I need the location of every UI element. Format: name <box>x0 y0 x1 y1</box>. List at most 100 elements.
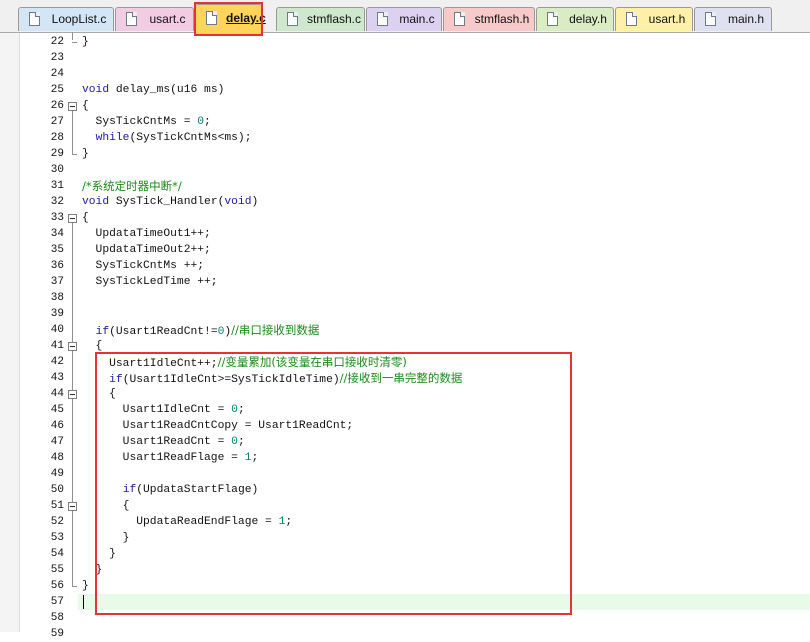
line-number: 26 <box>50 100 64 112</box>
code-line[interactable]: 30 <box>0 162 810 178</box>
file-icon <box>126 12 137 26</box>
code-line[interactable]: 33 { <box>0 210 810 226</box>
line-number: 41 <box>50 340 64 352</box>
fold-toggle-icon[interactable] <box>68 102 77 111</box>
fold-toggle-icon[interactable] <box>68 342 77 351</box>
line-number: 29 <box>50 148 64 160</box>
comment-token: //串口接收到数据 <box>231 323 320 337</box>
line-number: 57 <box>50 596 64 608</box>
code-line[interactable]: 35 UpdataTimeOut2++; <box>0 242 810 258</box>
line-number: 55 <box>50 564 64 576</box>
fold-guide <box>72 32 73 40</box>
code-token: SysTick_Handler( <box>109 196 225 208</box>
tab-main-h[interactable]: main.h <box>694 7 772 31</box>
code-line[interactable]: 28 while(SysTickCntMs<ms); <box>0 130 810 146</box>
code-line[interactable]: 27 SysTickCntMs = 0; <box>0 114 810 130</box>
code-token: { <box>82 100 89 112</box>
active-tab-highlight <box>194 2 263 36</box>
fold-toggle-icon[interactable] <box>68 214 77 223</box>
line-number: 30 <box>50 164 64 176</box>
tab-usart-c[interactable]: usart.c <box>115 7 194 31</box>
keyword-token: void <box>82 196 110 208</box>
line-number: 56 <box>50 580 64 592</box>
code-line[interactable]: 23 <box>0 50 810 66</box>
line-number: 39 <box>50 308 64 320</box>
line-number: 28 <box>50 132 64 144</box>
keyword-token: while <box>95 132 130 144</box>
line-number: 35 <box>50 244 64 256</box>
tab-usart-h[interactable]: usart.h <box>615 7 693 31</box>
tab-label: stmflash.h <box>474 12 530 26</box>
fold-guide <box>72 111 73 154</box>
code-text: while(SysTickCntMs<ms); <box>82 130 810 146</box>
code-line[interactable]: 34 UpdataTimeOut1++; <box>0 226 810 242</box>
line-number: 42 <box>50 356 64 368</box>
code-token: (SysTickCntMs<ms); <box>129 132 252 144</box>
code-text: { <box>82 98 810 114</box>
code-line[interactable]: 37 SysTickLedTime ++; <box>0 274 810 290</box>
code-token: SysTickCntMs = <box>82 116 198 128</box>
code-token: { <box>82 340 103 352</box>
code-token: (Usart1ReadCnt!= <box>109 326 218 338</box>
line-number: 45 <box>50 404 64 416</box>
code-highlight-box <box>95 352 572 615</box>
tab-main-c[interactable]: main.c <box>366 7 442 31</box>
tab-looplist-c[interactable]: LoopList.c <box>18 7 114 31</box>
tab-label: usart.c <box>149 12 186 26</box>
code-line[interactable]: 26 { <box>0 98 810 114</box>
line-number: 27 <box>50 116 64 128</box>
code-editor[interactable]: 22} 23 24 25 void delay_ms(u16 ms) 26 {27 SysT… <box>0 32 810 640</box>
code-text: void delay_ms(u16 ms) <box>82 82 810 98</box>
file-icon <box>377 12 388 26</box>
fold-toggle-icon[interactable] <box>68 502 77 511</box>
file-icon <box>626 12 637 26</box>
tab-stmflash-c[interactable]: stmflash.c <box>276 7 365 31</box>
line-number: 47 <box>50 436 64 448</box>
code-line[interactable]: 24 <box>0 66 810 82</box>
fold-toggle-icon[interactable] <box>68 390 77 399</box>
code-line[interactable]: 59 <box>0 626 810 642</box>
code-line[interactable]: 38 <box>0 290 810 306</box>
tab-label: stmflash.c <box>307 12 362 26</box>
code-token: ) <box>251 196 259 208</box>
fold-end-mark <box>72 154 77 155</box>
code-line[interactable]: 32 void SysTick_Handler(void) <box>0 194 810 210</box>
code-text: } <box>82 34 810 50</box>
code-text: SysTickCntMs ++; <box>82 258 810 274</box>
tab-bar: LoopList.c usart.c delay.c stmflash.c main.c… <box>0 0 810 34</box>
code-token: UpdataTimeOut2++; <box>82 244 211 256</box>
tab-delay-h[interactable]: delay.h <box>536 7 614 31</box>
fold-end-mark <box>72 42 77 43</box>
line-number: 38 <box>50 292 64 304</box>
line-number: 52 <box>50 516 64 528</box>
line-number: 23 <box>50 52 64 64</box>
code-token: } <box>82 36 89 48</box>
code-line[interactable]: 39 <box>0 306 810 322</box>
line-number: 54 <box>50 548 64 560</box>
tab-label: usart.h <box>648 12 686 26</box>
file-icon <box>547 12 558 26</box>
tab-label: delay.h <box>569 12 607 26</box>
code-token: SysTickCntMs ++; <box>82 260 205 272</box>
code-token: } <box>82 148 89 160</box>
code-line[interactable]: 40 if(Usart1ReadCnt!=0)//串口接收到数据 <box>0 322 810 338</box>
file-icon <box>705 12 716 26</box>
fold-end-mark <box>72 586 77 587</box>
file-icon <box>454 12 465 26</box>
line-number: 25 <box>50 84 64 96</box>
code-line[interactable]: 36 SysTickCntMs ++; <box>0 258 810 274</box>
line-number: 36 <box>50 260 64 272</box>
line-number: 49 <box>50 468 64 480</box>
code-line[interactable]: 22} <box>0 34 810 50</box>
line-number: 59 <box>50 628 64 640</box>
tab-label: LoopList.c <box>51 12 107 26</box>
code-line[interactable]: 31 /*系统定时器中断*/ <box>0 178 810 194</box>
tab-stmflash-h[interactable]: stmflash.h <box>443 7 535 31</box>
code-line[interactable]: 29} <box>0 146 810 162</box>
number-token: 0 <box>197 116 205 128</box>
code-text: { <box>82 210 810 226</box>
code-line[interactable]: 25 void delay_ms(u16 ms) <box>0 82 810 98</box>
line-number: 32 <box>50 196 64 208</box>
